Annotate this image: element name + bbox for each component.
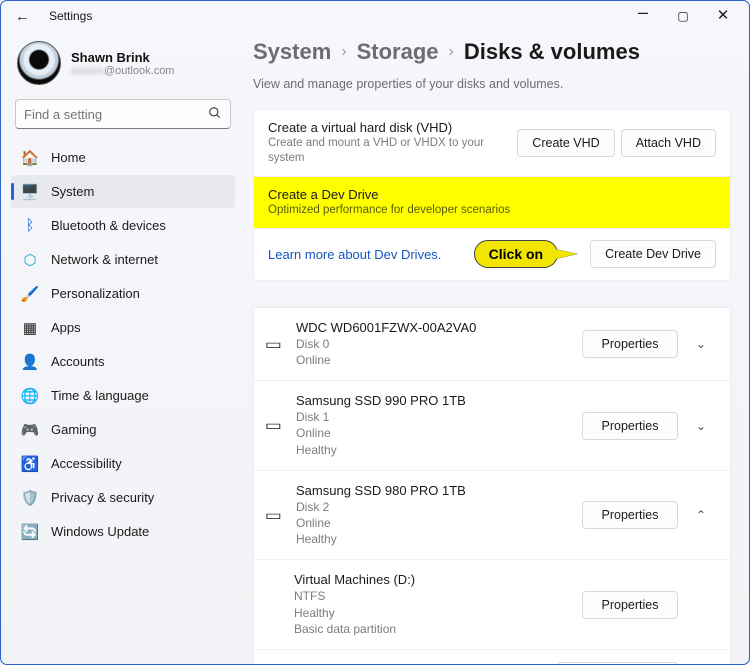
chevron-up-icon[interactable]: ⌃	[686, 508, 716, 522]
profile-block[interactable]: Shawn Brink xxxxxx@outlook.com	[11, 37, 235, 99]
sidebar-item-accessibility[interactable]: ♿Accessibility	[11, 447, 235, 480]
profile-name: Shawn Brink	[71, 50, 174, 65]
disk-row[interactable]: ▭ Samsung SSD 990 PRO 1TB Disk 1OnlineHe…	[254, 380, 730, 470]
card-disks: ▭ WDC WD6001FZWX-00A2VA0 Disk 0Online Pr…	[253, 307, 731, 664]
sidebar-item-update[interactable]: 🔄Windows Update	[11, 515, 235, 548]
row-create-vhd: Create a virtual hard disk (VHD) Create …	[254, 110, 730, 176]
sidebar-item-home[interactable]: 🏠Home	[11, 141, 235, 174]
accessibility-icon: ♿	[21, 455, 39, 473]
brush-icon: 🖌️	[21, 285, 39, 303]
properties-button[interactable]: Properties	[582, 591, 678, 619]
shield-icon: 🛡️	[21, 489, 39, 507]
vhd-title: Create a virtual hard disk (VHD)	[268, 120, 511, 135]
sidebar-item-personalization[interactable]: 🖌️Personalization	[11, 277, 235, 310]
breadcrumb: System › Storage › Disks & volumes	[253, 39, 731, 65]
properties-button[interactable]: Properties	[582, 501, 678, 529]
search-input[interactable]	[15, 99, 231, 129]
sidebar: Shawn Brink xxxxxx@outlook.com 🏠Home 🖥️S…	[1, 31, 241, 664]
content-pane: System › Storage › Disks & volumes View …	[241, 31, 749, 664]
properties-button[interactable]: Properties	[582, 412, 678, 440]
breadcrumb-system[interactable]: System	[253, 39, 331, 65]
disk-name: Samsung SSD 990 PRO 1TB	[296, 393, 582, 408]
chevron-down-icon[interactable]: ⌄	[686, 419, 716, 433]
sidebar-item-time[interactable]: 🌐Time & language	[11, 379, 235, 412]
create-volume-dropdown[interactable]: Create volume ⌄	[557, 662, 678, 664]
disk-name: Samsung SSD 980 PRO 1TB	[296, 483, 582, 498]
dev-title: Create a Dev Drive	[268, 187, 716, 202]
vhd-sub: Create and mount a VHD or VHDX to your s…	[268, 136, 511, 166]
back-button[interactable]: ←	[15, 8, 31, 25]
sidebar-item-system[interactable]: 🖥️System	[11, 175, 235, 208]
create-dev-drive-button[interactable]: Create Dev Drive	[590, 240, 716, 268]
bluetooth-icon: ᛒ	[21, 217, 39, 234]
row-create-dev-drive: Create a Dev Drive Optimized performance…	[254, 176, 730, 228]
sidebar-item-accounts[interactable]: 👤Accounts	[11, 345, 235, 378]
breadcrumb-storage[interactable]: Storage	[357, 39, 439, 65]
unallocated-row[interactable]: (Unallocated) Create volume ⌄	[254, 649, 730, 664]
titlebar: ← Settings – ▢ ✕	[1, 1, 749, 31]
maximize-button[interactable]: ▢	[663, 1, 703, 31]
search-icon	[208, 106, 222, 123]
search-field[interactable]	[24, 107, 208, 122]
callout-click-on: Click on	[474, 240, 558, 268]
sidebar-item-gaming[interactable]: 🎮Gaming	[11, 413, 235, 446]
sidebar-item-network[interactable]: ⬡Network & internet	[11, 243, 235, 276]
minimize-button[interactable]: –	[623, 0, 663, 27]
chevron-down-icon[interactable]: ⌄	[686, 337, 716, 351]
gamepad-icon: 🎮	[21, 421, 39, 439]
card-create-drives: Create a virtual hard disk (VHD) Create …	[253, 109, 731, 281]
dev-sub: Optimized performance for developer scen…	[268, 203, 716, 218]
sidebar-item-privacy[interactable]: 🛡️Privacy & security	[11, 481, 235, 514]
profile-email: xxxxxx@outlook.com	[71, 65, 174, 77]
breadcrumb-current: Disks & volumes	[464, 39, 640, 65]
apps-icon: ▦	[21, 319, 39, 337]
disk-icon: ▭	[265, 336, 294, 353]
update-icon: 🔄	[21, 523, 39, 541]
sidebar-item-apps[interactable]: ▦Apps	[11, 311, 235, 344]
wifi-icon: ⬡	[21, 251, 39, 269]
create-vhd-button[interactable]: Create VHD	[517, 129, 614, 157]
globe-icon: 🌐	[21, 387, 39, 405]
learn-dev-drives-link[interactable]: Learn more about Dev Drives.	[268, 247, 441, 262]
disk-name: WDC WD6001FZWX-00A2VA0	[296, 320, 582, 335]
page-subtitle: View and manage properties of your disks…	[253, 77, 731, 91]
avatar	[17, 41, 61, 85]
chevron-right-icon: ›	[341, 43, 346, 61]
system-icon: 🖥️	[21, 183, 39, 201]
volume-name: Virtual Machines (D:)	[294, 572, 582, 587]
window-title: Settings	[49, 9, 92, 23]
disk-icon: ▭	[265, 417, 294, 434]
disk-icon: ▭	[265, 507, 294, 524]
close-button[interactable]: ✕	[703, 1, 743, 31]
properties-button[interactable]: Properties	[582, 330, 678, 358]
volume-row[interactable]: Virtual Machines (D:) NTFSHealthyBasic d…	[254, 559, 730, 649]
home-icon: 🏠	[21, 149, 39, 167]
disk-row[interactable]: ▭ WDC WD6001FZWX-00A2VA0 Disk 0Online Pr…	[254, 308, 730, 380]
chevron-right-icon: ›	[449, 43, 454, 61]
attach-vhd-button[interactable]: Attach VHD	[621, 129, 716, 157]
sidebar-item-bluetooth[interactable]: ᛒBluetooth & devices	[11, 209, 235, 242]
person-icon: 👤	[21, 353, 39, 371]
row-dev-learn: Learn more about Dev Drives. Click on Cr…	[254, 228, 730, 280]
disk-row[interactable]: ▭ Samsung SSD 980 PRO 1TB Disk 2OnlineHe…	[254, 470, 730, 560]
